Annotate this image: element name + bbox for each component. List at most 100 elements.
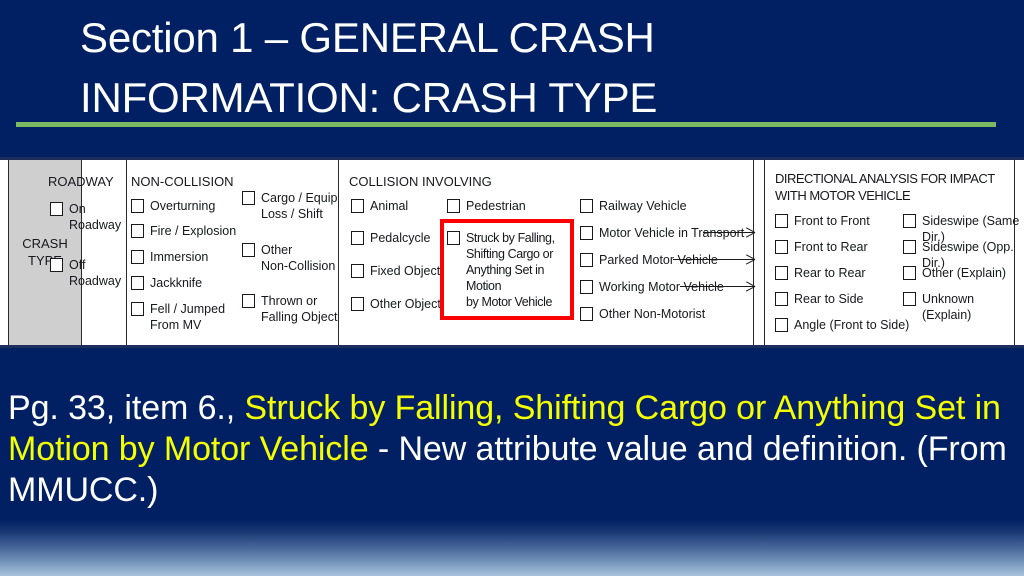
checkbox-fell-jumped[interactable] [131, 302, 144, 316]
checkbox-other-explain[interactable] [903, 266, 916, 280]
checkbox-unknown-explain[interactable] [903, 292, 916, 306]
label-off-roadway: Off Roadway [69, 258, 122, 288]
checkbox-pedestrian[interactable] [447, 199, 460, 213]
label-thrown-falling-object: Thrown or Falling Object [261, 294, 338, 324]
caption-part-1: Pg. 33, item 6., [8, 389, 245, 427]
checkbox-row-pedestrian[interactable]: Pedestrian [447, 198, 526, 214]
title-divider-rule [16, 122, 996, 127]
group-title-directional-line-2: WITH MOTOR VEHICLE [775, 188, 911, 203]
bottom-gradient-band [0, 510, 1024, 576]
checkbox-rear-to-side[interactable] [775, 292, 788, 306]
arrow-motor-vehicle-in-transport-icon [703, 227, 753, 237]
checkbox-working-motor-vehicle[interactable] [580, 280, 593, 294]
label-overturning: Overturning [150, 199, 216, 213]
checkbox-row-fire-explosion[interactable]: Fire / Explosion [131, 223, 236, 239]
label-front-to-rear: Front to Rear [794, 240, 868, 254]
slide-canvas: Section 1 – GENERAL CRASH INFORMATION: C… [0, 0, 1024, 576]
checkbox-row-rear-to-rear[interactable]: Rear to Rear [775, 265, 866, 281]
checkbox-row-rear-to-side[interactable]: Rear to Side [775, 291, 863, 307]
label-jackknife: Jackknife [150, 276, 203, 290]
label-pedalcycle: Pedalcycle [370, 231, 431, 245]
checkbox-overturning[interactable] [131, 199, 144, 213]
checkbox-row-front-to-rear[interactable]: Front to Rear [775, 239, 868, 255]
checkbox-row-immersion[interactable]: Immersion [131, 249, 208, 265]
checkbox-struck-by-falling-cargo[interactable] [447, 231, 460, 245]
group-title-directional-line-1: DIRECTIONAL ANALYSIS FOR IMPACT [775, 171, 995, 186]
label-other-object: Other Object [370, 297, 441, 311]
checkbox-front-to-rear[interactable] [775, 240, 788, 254]
label-fell-jumped: Fell / Jumped From MV [150, 302, 226, 332]
group-title-non-collision: NON-COLLISION [131, 174, 234, 189]
title-line-2: INFORMATION: CRASH TYPE [80, 73, 658, 121]
label-on-roadway: On Roadway [69, 202, 122, 232]
label-front-to-front: Front to Front [794, 214, 870, 228]
checkbox-row-cargo-equip-loss[interactable]: Cargo / Equip Loss / Shift [242, 190, 337, 222]
checkbox-row-other-object[interactable]: Other Object [351, 296, 441, 312]
checkbox-row-railway-vehicle[interactable]: Railway Vehicle [580, 198, 687, 214]
label-fixed-object: Fixed Object [370, 264, 441, 278]
label-rear-to-side: Rear to Side [794, 292, 864, 306]
checkbox-row-on-roadway[interactable]: On Roadway [50, 201, 121, 233]
checkbox-other-non-motorist[interactable] [580, 307, 593, 321]
label-cargo-equip-loss: Cargo / Equip Loss / Shift [261, 191, 338, 221]
label-other-non-motorist: Other Non-Motorist [599, 307, 706, 321]
checkbox-sideswipe-same-dir[interactable] [903, 214, 916, 228]
checkbox-rear-to-rear[interactable] [775, 266, 788, 280]
label-struck-by-falling-cargo: Struck by Falling, Shifting Cargo or Any… [466, 231, 555, 309]
label-other-non-collision: Other Non-Collision [261, 243, 336, 273]
checkbox-immersion[interactable] [131, 250, 144, 264]
checkbox-motor-vehicle-in-transport[interactable] [580, 226, 593, 240]
arrow-parked-motor-vehicle-icon [673, 254, 753, 264]
label-pedestrian: Pedestrian [466, 199, 526, 213]
label-animal: Animal [370, 199, 409, 213]
label-angle-front-to-side: Angle (Front to Side) [794, 318, 910, 332]
checkbox-row-fixed-object[interactable]: Fixed Object [351, 263, 440, 279]
checkbox-other-object[interactable] [351, 297, 364, 311]
page-title: Section 1 – GENERAL CRASH INFORMATION: C… [80, 8, 1004, 127]
divider-noncollision-collision [338, 160, 339, 345]
checkbox-parked-motor-vehicle[interactable] [580, 253, 593, 267]
checkbox-row-fell-jumped[interactable]: Fell / Jumped From MV [131, 301, 225, 333]
label-railway-vehicle: Railway Vehicle [599, 199, 687, 213]
checkbox-animal[interactable] [351, 199, 364, 213]
label-unknown-explain: Unknown (Explain) [922, 292, 975, 322]
checkbox-row-unknown-explain[interactable]: Unknown (Explain) [903, 291, 1024, 323]
divider-collision-directional [753, 160, 754, 345]
checkbox-row-angle-front-to-side[interactable]: Angle (Front to Side) [775, 317, 909, 333]
checkbox-pedalcycle[interactable] [351, 231, 364, 245]
label-rear-to-rear: Rear to Rear [794, 266, 866, 280]
title-line-1: Section 1 – GENERAL CRASH [80, 14, 655, 61]
checkbox-row-struck-by-falling-cargo[interactable]: Struck by Falling, Shifting Cargo or Any… [447, 230, 574, 310]
divider-directional-left [764, 160, 765, 345]
divider-roadway-noncollision [126, 160, 127, 345]
checkbox-off-roadway[interactable] [50, 258, 63, 272]
checkbox-jackknife[interactable] [131, 276, 144, 290]
caption-text: Pg. 33, item 6., Struck by Falling, Shif… [8, 388, 1010, 510]
checkbox-on-roadway[interactable] [50, 202, 63, 216]
checkbox-row-overturning[interactable]: Overturning [131, 198, 215, 214]
checkbox-cargo-equip-loss[interactable] [242, 191, 255, 205]
checkbox-railway-vehicle[interactable] [580, 199, 593, 213]
label-immersion: Immersion [150, 250, 209, 264]
checkbox-row-thrown-falling-object[interactable]: Thrown or Falling Object [242, 293, 337, 325]
checkbox-other-non-collision[interactable] [242, 243, 255, 257]
checkbox-row-other-non-collision[interactable]: Other Non-Collision [242, 242, 335, 274]
checkbox-row-other-explain[interactable]: Other (Explain) [903, 265, 1006, 281]
checkbox-row-animal[interactable]: Animal [351, 198, 408, 214]
label-fire-explosion: Fire / Explosion [150, 224, 237, 238]
checkbox-row-jackknife[interactable]: Jackknife [131, 275, 202, 291]
label-other-explain: Other (Explain) [922, 266, 1007, 280]
checkbox-row-pedalcycle[interactable]: Pedalcycle [351, 230, 430, 246]
checkbox-row-off-roadway[interactable]: Off Roadway [50, 257, 121, 289]
checkbox-fixed-object[interactable] [351, 264, 364, 278]
group-title-roadway: ROADWAY [48, 174, 114, 189]
checkbox-thrown-falling-object[interactable] [242, 294, 255, 308]
checkbox-fire-explosion[interactable] [131, 224, 144, 238]
group-title-collision-involving: COLLISION INVOLVING [349, 174, 492, 189]
checkbox-row-front-to-front[interactable]: Front to Front [775, 213, 870, 229]
checkbox-row-other-non-motorist[interactable]: Other Non-Motorist [580, 306, 705, 322]
arrow-working-motor-vehicle-icon [680, 281, 753, 291]
checkbox-front-to-front[interactable] [775, 214, 788, 228]
checkbox-sideswipe-opp-dir[interactable] [903, 240, 916, 254]
checkbox-angle-front-to-side[interactable] [775, 318, 788, 332]
